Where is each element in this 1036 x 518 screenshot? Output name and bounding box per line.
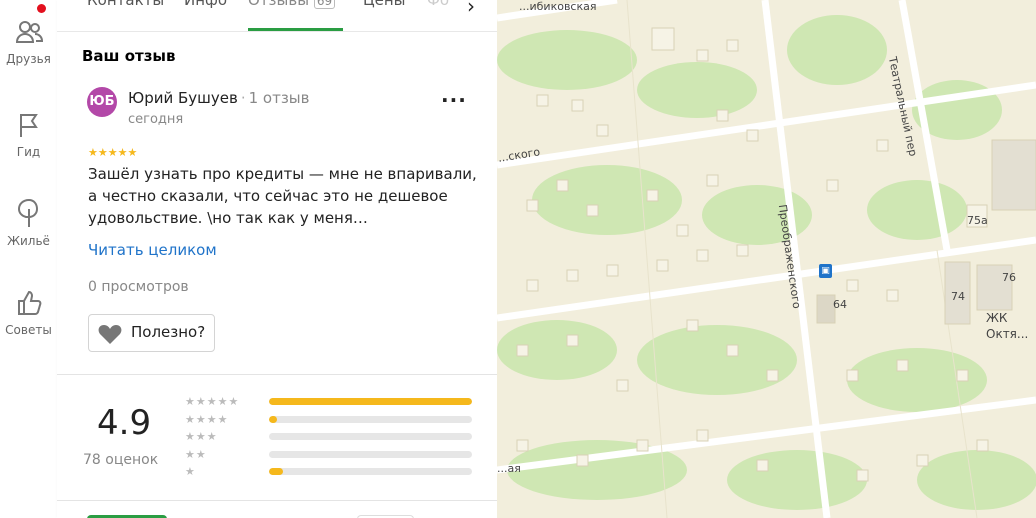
tab-reviews-label: Отзывы [248, 0, 310, 9]
rating-distribution-row: ★★★★★ [185, 395, 475, 413]
rail-item-housing[interactable]: Жильё [0, 197, 57, 248]
distribution-stars: ★★★★★ [185, 395, 240, 408]
distribution-stars: ★ [185, 465, 196, 478]
street-label: ...ая [497, 462, 521, 475]
map[interactable]: ...ибиковская ...ского Театральный пер П… [497, 0, 1036, 518]
rating-distribution-row: ★★ [185, 448, 475, 466]
rating-distribution-row: ★★★★ [185, 413, 475, 431]
review-stars: ★★★★★ [88, 146, 138, 159]
flag-icon [19, 114, 38, 137]
organization-panel: Контакты Инфо Отзывы 69 Цены Фо › Ваш от… [57, 0, 497, 518]
distribution-bar-fill [269, 415, 278, 423]
average-rating: 4.9 [97, 403, 152, 443]
distribution-bar-track [269, 415, 472, 423]
tab-contacts[interactable]: Контакты [87, 0, 164, 9]
review-date: сегодня [128, 112, 184, 127]
friends-icon [15, 21, 43, 43]
section-title: Ваш отзыв [82, 47, 176, 65]
tab-photos[interactable]: Фо [427, 0, 449, 9]
tree-icon [17, 198, 38, 227]
distribution-bar-track [269, 398, 472, 405]
active-tab-indicator [248, 28, 343, 31]
distribution-stars: ★★★★ [185, 412, 229, 426]
chevron-right-icon[interactable]: › [467, 0, 475, 18]
useful-button[interactable]: Полезно? [88, 314, 215, 352]
tab-reviews[interactable]: Отзывы 69 [248, 0, 336, 9]
rating-distribution: ★★★★★ ★★★★ ★★★ ★★ ★ [185, 395, 475, 483]
distribution-bar-fill [269, 398, 472, 405]
distribution-bar-track [269, 468, 472, 475]
rating-distribution-row: ★ [185, 465, 475, 483]
rail-item-guide[interactable]: Гид [0, 110, 57, 159]
more-options-icon[interactable]: ··· [441, 88, 467, 112]
useful-button-label: Полезно? [131, 323, 206, 341]
house-number: 76 [1002, 271, 1016, 284]
notification-dot [37, 4, 46, 13]
house-number: 75а [967, 214, 988, 227]
review-author-line: Юрий Бушуев · 1 отзыв [128, 89, 310, 107]
map-canvas[interactable] [497, 0, 1036, 518]
tab-info[interactable]: Инфо [184, 0, 227, 9]
rail-item-tips[interactable]: Советы [0, 288, 57, 337]
views-count: 0 просмотров [88, 279, 189, 295]
read-more-link[interactable]: Читать целиком [88, 241, 217, 259]
poi-label[interactable]: ЖК Октя... [986, 310, 1036, 342]
bus-stop-icon[interactable]: ▣ [819, 264, 832, 278]
house-number: 64 [833, 298, 847, 311]
rail-item-friends[interactable]: Друзья [0, 17, 57, 66]
distribution-bar-track [269, 433, 472, 440]
distribution-bar-track [269, 450, 472, 458]
left-rail: Друзья Гид Жильё Советы [0, 0, 58, 518]
divider [57, 500, 497, 501]
thumb-up-icon [17, 290, 41, 315]
distribution-stars: ★★ [185, 447, 207, 461]
ratings-count: 78 оценок [83, 452, 159, 468]
tab-prices[interactable]: Цены [363, 0, 406, 9]
heart-icon [98, 325, 122, 344]
house-number: 74 [951, 290, 965, 303]
author-name[interactable]: Юрий Бушуев [128, 89, 238, 107]
author-review-count: 1 отзыв [248, 89, 310, 107]
rating-distribution-row: ★★★ [185, 430, 475, 448]
tab-bar: Контакты Инфо Отзывы 69 Цены Фо › [57, 0, 497, 32]
avatar[interactable]: ЮБ [87, 87, 117, 117]
distribution-stars: ★★★ [185, 430, 218, 443]
divider [57, 374, 497, 375]
street-label: ...ибиковская [519, 0, 597, 13]
reviews-count-badge: 69 [313, 0, 336, 9]
review-text: Зашёл узнать про кредиты — мне не впарив… [88, 165, 477, 227]
distribution-bar-fill [269, 468, 284, 475]
